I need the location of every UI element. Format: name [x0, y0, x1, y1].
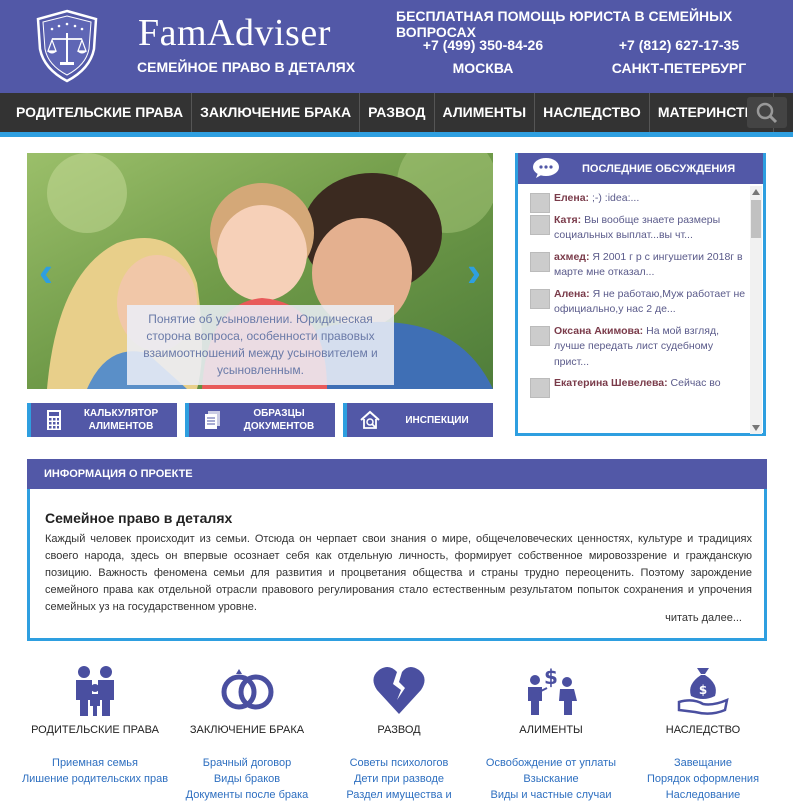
avatar — [530, 288, 550, 309]
category-title[interactable]: АЛИМЕНТЫ — [471, 724, 631, 736]
read-more-link[interactable]: читать далее... — [665, 612, 742, 624]
discussions-list: Елена: ;-) :idea:... Катя: Вы вообще зна… — [528, 191, 748, 419]
avatar — [530, 325, 550, 346]
help-banner: БЕСПЛАТНАЯ ПОМОЩЬ ЮРИСТА В СЕМЕЙНЫХ ВОПР… — [396, 8, 733, 40]
comment-author[interactable]: Оксана Акимова: — [554, 325, 643, 337]
hero-slider[interactable]: ‹ › Понятие об усыновлении. Юридическая … — [27, 153, 493, 389]
phone-moscow[interactable]: +7 (499) 350-84-26 МОСКВА — [403, 37, 563, 76]
list-item[interactable]: Катя: Вы вообще знаете размеры социальны… — [528, 213, 748, 244]
comment-author[interactable]: Алена: — [554, 288, 590, 300]
recent-discussions-widget: ПОСЛЕДНИЕ ОБСУЖДЕНИЯ Елена: ;-) :idea:..… — [515, 153, 766, 436]
button-label: ИНСПЕКЦИИ — [405, 414, 469, 426]
discussions-header: ПОСЛЕДНИЕ ОБСУЖДЕНИЯ — [518, 153, 763, 184]
category-link[interactable]: Порядок оформления — [623, 771, 783, 787]
category-alimony: $ АЛИМЕНТЫ Освобождение от уплаты Взыска… — [471, 664, 631, 803]
category-marriage: ЗАКЛЮЧЕНИЕ БРАКА Брачный договор Виды бр… — [167, 664, 327, 803]
category-title[interactable]: НАСЛЕДСТВО — [623, 724, 783, 736]
category-title[interactable]: ЗАКЛЮЧЕНИЕ БРАКА — [167, 724, 327, 736]
category-divorce: РАЗВОД Советы психологов Дети при развод… — [319, 664, 479, 803]
category-title[interactable]: РОДИТЕЛЬСКИЕ ПРАВА — [15, 724, 175, 736]
site-header: FamAdviser СЕМЕЙНОЕ ПРАВО В ДЕТАЛЯХ БЕСП… — [0, 0, 793, 93]
family-icon[interactable] — [67, 664, 123, 716]
comment-author[interactable]: ахмед: — [554, 251, 589, 263]
button-label: ОБРАЗЦЫ ДОКУМЕНТОВ — [243, 408, 315, 432]
discussions-scrollbar[interactable] — [750, 186, 762, 434]
category-link[interactable]: Освобождение от уплаты — [471, 755, 631, 771]
category-link[interactable]: Взыскание — [471, 771, 631, 787]
button-label: КАЛЬКУЛЯТОР АЛИМЕНТОВ — [83, 408, 159, 432]
category-link[interactable]: Виды и частные случаи — [471, 787, 631, 803]
slider-next-button[interactable]: › — [467, 251, 481, 293]
chat-bubbles-icon — [533, 158, 559, 178]
category-link[interactable]: Завещание — [623, 755, 783, 771]
avatar — [530, 214, 550, 235]
comment-text[interactable]: ;-) :idea:... — [592, 192, 639, 204]
main-nav: РОДИТЕЛЬСКИЕ ПРАВА ЗАКЛЮЧЕНИЕ БРАКА РАЗВ… — [0, 93, 793, 132]
discussions-title: ПОСЛЕДНИЕ ОБСУЖДЕНИЯ — [582, 163, 736, 175]
nav-accent-bar — [0, 132, 793, 137]
comment-author[interactable]: Екатерина Шевелева: — [554, 377, 668, 389]
justice-shield-logo-icon[interactable] — [34, 9, 100, 83]
project-info-panel: ИНФОРМАЦИЯ О ПРОЕКТЕ Семейное право в де… — [27, 459, 767, 641]
scroll-up-icon[interactable] — [752, 189, 760, 195]
category-inheritance: $ НАСЛЕДСТВО Завещание Порядок оформлени… — [623, 664, 783, 803]
list-item[interactable]: Оксана Акимова: На мой взгляд, лучше пер… — [528, 324, 748, 371]
list-item[interactable]: Алена: Я не работаю,Муж работает не офиц… — [528, 287, 748, 318]
phone-spb[interactable]: +7 (812) 627-17-35 САНКТ-ПЕТЕРБУРГ — [599, 37, 759, 76]
broken-heart-icon[interactable] — [371, 664, 427, 716]
rings-icon[interactable] — [219, 664, 275, 716]
category-link[interactable]: Лишение родительских прав — [15, 771, 175, 787]
nav-item-parental-rights[interactable]: РОДИТЕЛЬСКИЕ ПРАВА — [0, 93, 193, 132]
info-heading: ИНФОРМАЦИЯ О ПРОЕКТЕ — [27, 459, 767, 489]
phone-city: МОСКВА — [452, 60, 514, 76]
avatar — [530, 251, 550, 272]
info-text: Каждый человек происходит из семьи. Отсю… — [45, 533, 752, 613]
nav-item-marriage[interactable]: ЗАКЛЮЧЕНИЕ БРАКА — [192, 93, 361, 132]
brand-tagline: СЕМЕЙНОЕ ПРАВО В ДЕТАЛЯХ — [137, 59, 356, 75]
money-people-icon[interactable]: $ — [523, 664, 579, 716]
svg-text:$: $ — [544, 665, 558, 689]
svg-text:$: $ — [699, 683, 707, 697]
document-samples-button[interactable]: ОБРАЗЦЫ ДОКУМЕНТОВ — [185, 403, 335, 437]
info-title: Семейное право в деталях — [45, 510, 233, 526]
money-bag-hand-icon[interactable]: $ — [675, 664, 731, 716]
list-item[interactable]: ахмед: Я 2001 г р с ингушетии 2018г в ма… — [528, 250, 748, 281]
brand-name[interactable]: FamAdviser — [138, 14, 331, 52]
avatar — [530, 193, 550, 213]
category-link[interactable]: Брачный договор — [167, 755, 327, 771]
list-item[interactable]: Елена: ;-) :idea:... — [528, 191, 748, 213]
phone-number[interactable]: +7 (499) 350-84-26 — [423, 37, 543, 53]
comment-author[interactable]: Катя: — [554, 214, 581, 226]
alimony-calculator-button[interactable]: КАЛЬКУЛЯТОР АЛИМЕНТОВ — [27, 403, 177, 437]
nav-item-inheritance[interactable]: НАСЛЕДСТВО — [535, 93, 650, 132]
category-title[interactable]: РАЗВОД — [319, 724, 479, 736]
search-icon — [756, 102, 778, 124]
category-link[interactable]: Наследование — [623, 787, 783, 803]
nav-item-alimony[interactable]: АЛИМЕНТЫ — [435, 93, 536, 132]
category-parental-rights: РОДИТЕЛЬСКИЕ ПРАВА Приемная семья Лишени… — [15, 664, 175, 787]
category-link[interactable]: Виды браков — [167, 771, 327, 787]
category-link[interactable]: Советы психологов — [319, 755, 479, 771]
category-link[interactable]: Документы после брака — [167, 787, 327, 803]
calculator-icon — [47, 410, 61, 430]
phone-number[interactable]: +7 (812) 627-17-35 — [619, 37, 739, 53]
category-link[interactable]: Приемная семья — [15, 755, 175, 771]
avatar — [530, 378, 550, 398]
comment-text[interactable]: Сейчас во — [671, 377, 721, 389]
house-search-icon — [360, 410, 380, 429]
slider-caption[interactable]: Понятие об усыновлении. Юридическая стор… — [127, 305, 394, 385]
search-button[interactable] — [747, 97, 787, 128]
inspections-button[interactable]: ИНСПЕКЦИИ — [343, 403, 493, 437]
scrollbar-thumb[interactable] — [751, 200, 761, 238]
list-item[interactable]: Екатерина Шевелева: Сейчас во — [528, 376, 748, 398]
category-link[interactable]: Раздел имущества и — [319, 787, 479, 803]
phone-city: САНКТ-ПЕТЕРБУРГ — [611, 60, 747, 76]
documents-icon — [205, 411, 220, 429]
category-link[interactable]: Дети при разводе — [319, 771, 479, 787]
slider-prev-button[interactable]: ‹ — [39, 251, 53, 293]
nav-item-divorce[interactable]: РАЗВОД — [360, 93, 435, 132]
comment-author[interactable]: Елена: — [554, 192, 589, 204]
scroll-down-icon[interactable] — [752, 425, 760, 431]
